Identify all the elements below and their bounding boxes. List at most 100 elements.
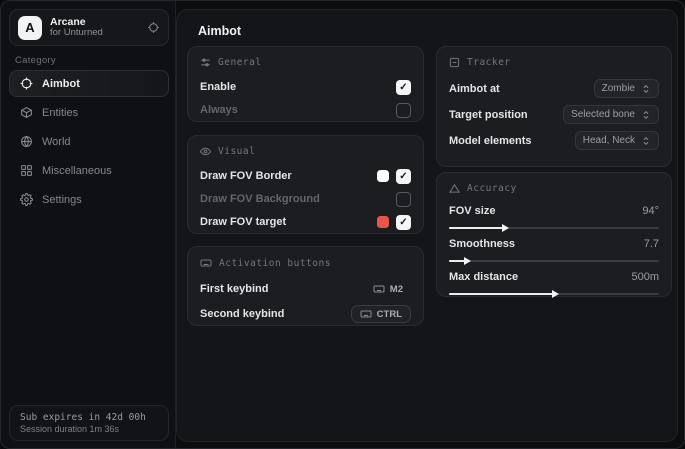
keyboard-icon: [360, 308, 372, 320]
triangle-icon: [449, 183, 460, 194]
session-duration-text: Session duration 1m 36s: [20, 424, 158, 434]
fov-target-color-swatch[interactable]: [377, 216, 389, 228]
slider-label: FOV size: [449, 205, 495, 217]
app-subtitle: for Unturned: [50, 28, 147, 39]
smoothness-slider[interactable]: [449, 260, 659, 262]
card-title: Tracker: [467, 57, 511, 68]
app-window: A Arcane for Unturned Category Aimbot: [0, 0, 685, 449]
sidebar-item-label: Entities: [42, 107, 78, 119]
sidebar-item-miscellaneous[interactable]: Miscellaneous: [9, 157, 169, 184]
gear-icon: [20, 193, 33, 206]
model-elements-dropdown[interactable]: Head, Neck: [575, 131, 659, 150]
setting-row: Model elements Head, Neck: [449, 128, 659, 153]
dropdown-value: Head, Neck: [583, 135, 635, 146]
sidebar-item-world[interactable]: World: [9, 128, 169, 155]
activation-card-header: Activation buttons: [200, 257, 411, 269]
visual-card-header: Visual: [200, 146, 411, 157]
setting-label: Always: [200, 104, 238, 116]
sidebar-item-aimbot[interactable]: Aimbot: [9, 70, 169, 97]
general-card: General Enable ✓ Always: [187, 46, 424, 122]
slider-thumb[interactable]: [502, 224, 509, 232]
brand-card: A Arcane for Unturned: [9, 9, 169, 46]
crosshair-settings-icon[interactable]: [147, 21, 160, 34]
first-keybind-button[interactable]: M2: [365, 280, 411, 298]
setting-row: Draw FOV target ✓: [200, 211, 411, 233]
fov-target-checkbox[interactable]: ✓: [396, 215, 411, 230]
sliders-icon: [200, 57, 211, 68]
chevrons-up-down-icon: [641, 84, 651, 94]
setting-label: Draw FOV Background: [200, 193, 320, 205]
sidebar-item-label: Aimbot: [42, 78, 80, 90]
setting-label: Aimbot at: [449, 83, 500, 95]
slider-value: 500m: [631, 271, 659, 283]
setting-row: Draw FOV Border ✓: [200, 165, 411, 187]
fov-size-slider-row: FOV size 94°: [449, 202, 659, 229]
brand-text: Arcane for Unturned: [50, 16, 147, 39]
slider-label: Smoothness: [449, 238, 515, 250]
setting-row: Second keybind CTRL: [200, 302, 411, 326]
chevrons-up-down-icon: [641, 136, 651, 146]
setting-label: Second keybind: [200, 308, 284, 320]
cube-icon: [20, 106, 33, 119]
card-title: General: [218, 57, 262, 68]
setting-label: Draw FOV Border: [200, 170, 292, 182]
setting-row: Always: [200, 99, 411, 121]
sidebar-item-settings[interactable]: Settings: [9, 186, 169, 213]
setting-label: First keybind: [200, 283, 268, 295]
sidebar-nav: Aimbot Entities World Miscellaneous: [9, 70, 169, 215]
accuracy-card: Accuracy FOV size 94° Smoothness 7.7: [436, 172, 672, 297]
page-title: Aimbot: [198, 24, 241, 38]
setting-row: First keybind M2: [200, 277, 411, 301]
sidebar-item-entities[interactable]: Entities: [9, 99, 169, 126]
main-panel: Aimbot General Enable ✓ Always: [176, 9, 678, 442]
max-distance-slider[interactable]: [449, 293, 659, 295]
keybind-value: M2: [390, 284, 403, 295]
fov-background-checkbox[interactable]: [396, 192, 411, 207]
keyboard-icon: [373, 283, 385, 295]
keyboard-icon: [200, 257, 212, 269]
sub-expires-text: Sub expires in 42d 00h: [20, 412, 158, 423]
fov-border-checkbox[interactable]: ✓: [396, 169, 411, 184]
setting-row: Draw FOV Background: [200, 188, 411, 210]
activation-buttons-card: Activation buttons First keybind M2 Seco…: [187, 246, 424, 326]
max-distance-slider-row: Max distance 500m: [449, 268, 659, 295]
category-label: Category: [15, 55, 56, 66]
slider-label: Max distance: [449, 271, 518, 283]
setting-label: Model elements: [449, 135, 532, 147]
target-position-dropdown[interactable]: Selected bone: [563, 105, 659, 124]
sidebar-item-label: World: [42, 136, 71, 148]
fov-size-slider[interactable]: [449, 227, 659, 229]
globe-icon: [20, 135, 33, 148]
sidebar-item-label: Settings: [42, 194, 82, 206]
always-checkbox[interactable]: [396, 103, 411, 118]
card-title: Activation buttons: [219, 258, 331, 269]
tracker-card-header: Tracker: [449, 57, 659, 68]
dropdown-value: Selected bone: [571, 109, 635, 120]
keybind-value: CTRL: [377, 309, 402, 320]
general-card-header: General: [200, 57, 411, 68]
slider-thumb[interactable]: [464, 257, 471, 265]
setting-row: Target position Selected bone: [449, 102, 659, 127]
grid-icon: [20, 164, 33, 177]
setting-label: Draw FOV target: [200, 216, 286, 228]
slider-value: 7.7: [644, 238, 659, 250]
chevrons-up-down-icon: [641, 110, 651, 120]
card-title: Accuracy: [467, 183, 517, 194]
setting-label: Target position: [449, 109, 528, 121]
setting-row: Enable ✓: [200, 76, 411, 98]
accuracy-card-header: Accuracy: [449, 183, 659, 194]
setting-label: Enable: [200, 81, 236, 93]
eye-icon: [200, 146, 211, 157]
second-keybind-button[interactable]: CTRL: [351, 305, 411, 323]
app-logo: A: [18, 16, 42, 40]
crosshair-icon: [20, 77, 33, 90]
sidebar-item-label: Miscellaneous: [42, 165, 112, 177]
scan-frame-icon: [449, 57, 460, 68]
smoothness-slider-row: Smoothness 7.7: [449, 235, 659, 262]
slider-thumb[interactable]: [552, 290, 559, 298]
dropdown-value: Zombie: [602, 83, 635, 94]
aimbot-at-dropdown[interactable]: Zombie: [594, 79, 659, 98]
fov-border-color-swatch[interactable]: [377, 170, 389, 182]
subscription-info-card: Sub expires in 42d 00h Session duration …: [9, 405, 169, 441]
enable-checkbox[interactable]: ✓: [396, 80, 411, 95]
